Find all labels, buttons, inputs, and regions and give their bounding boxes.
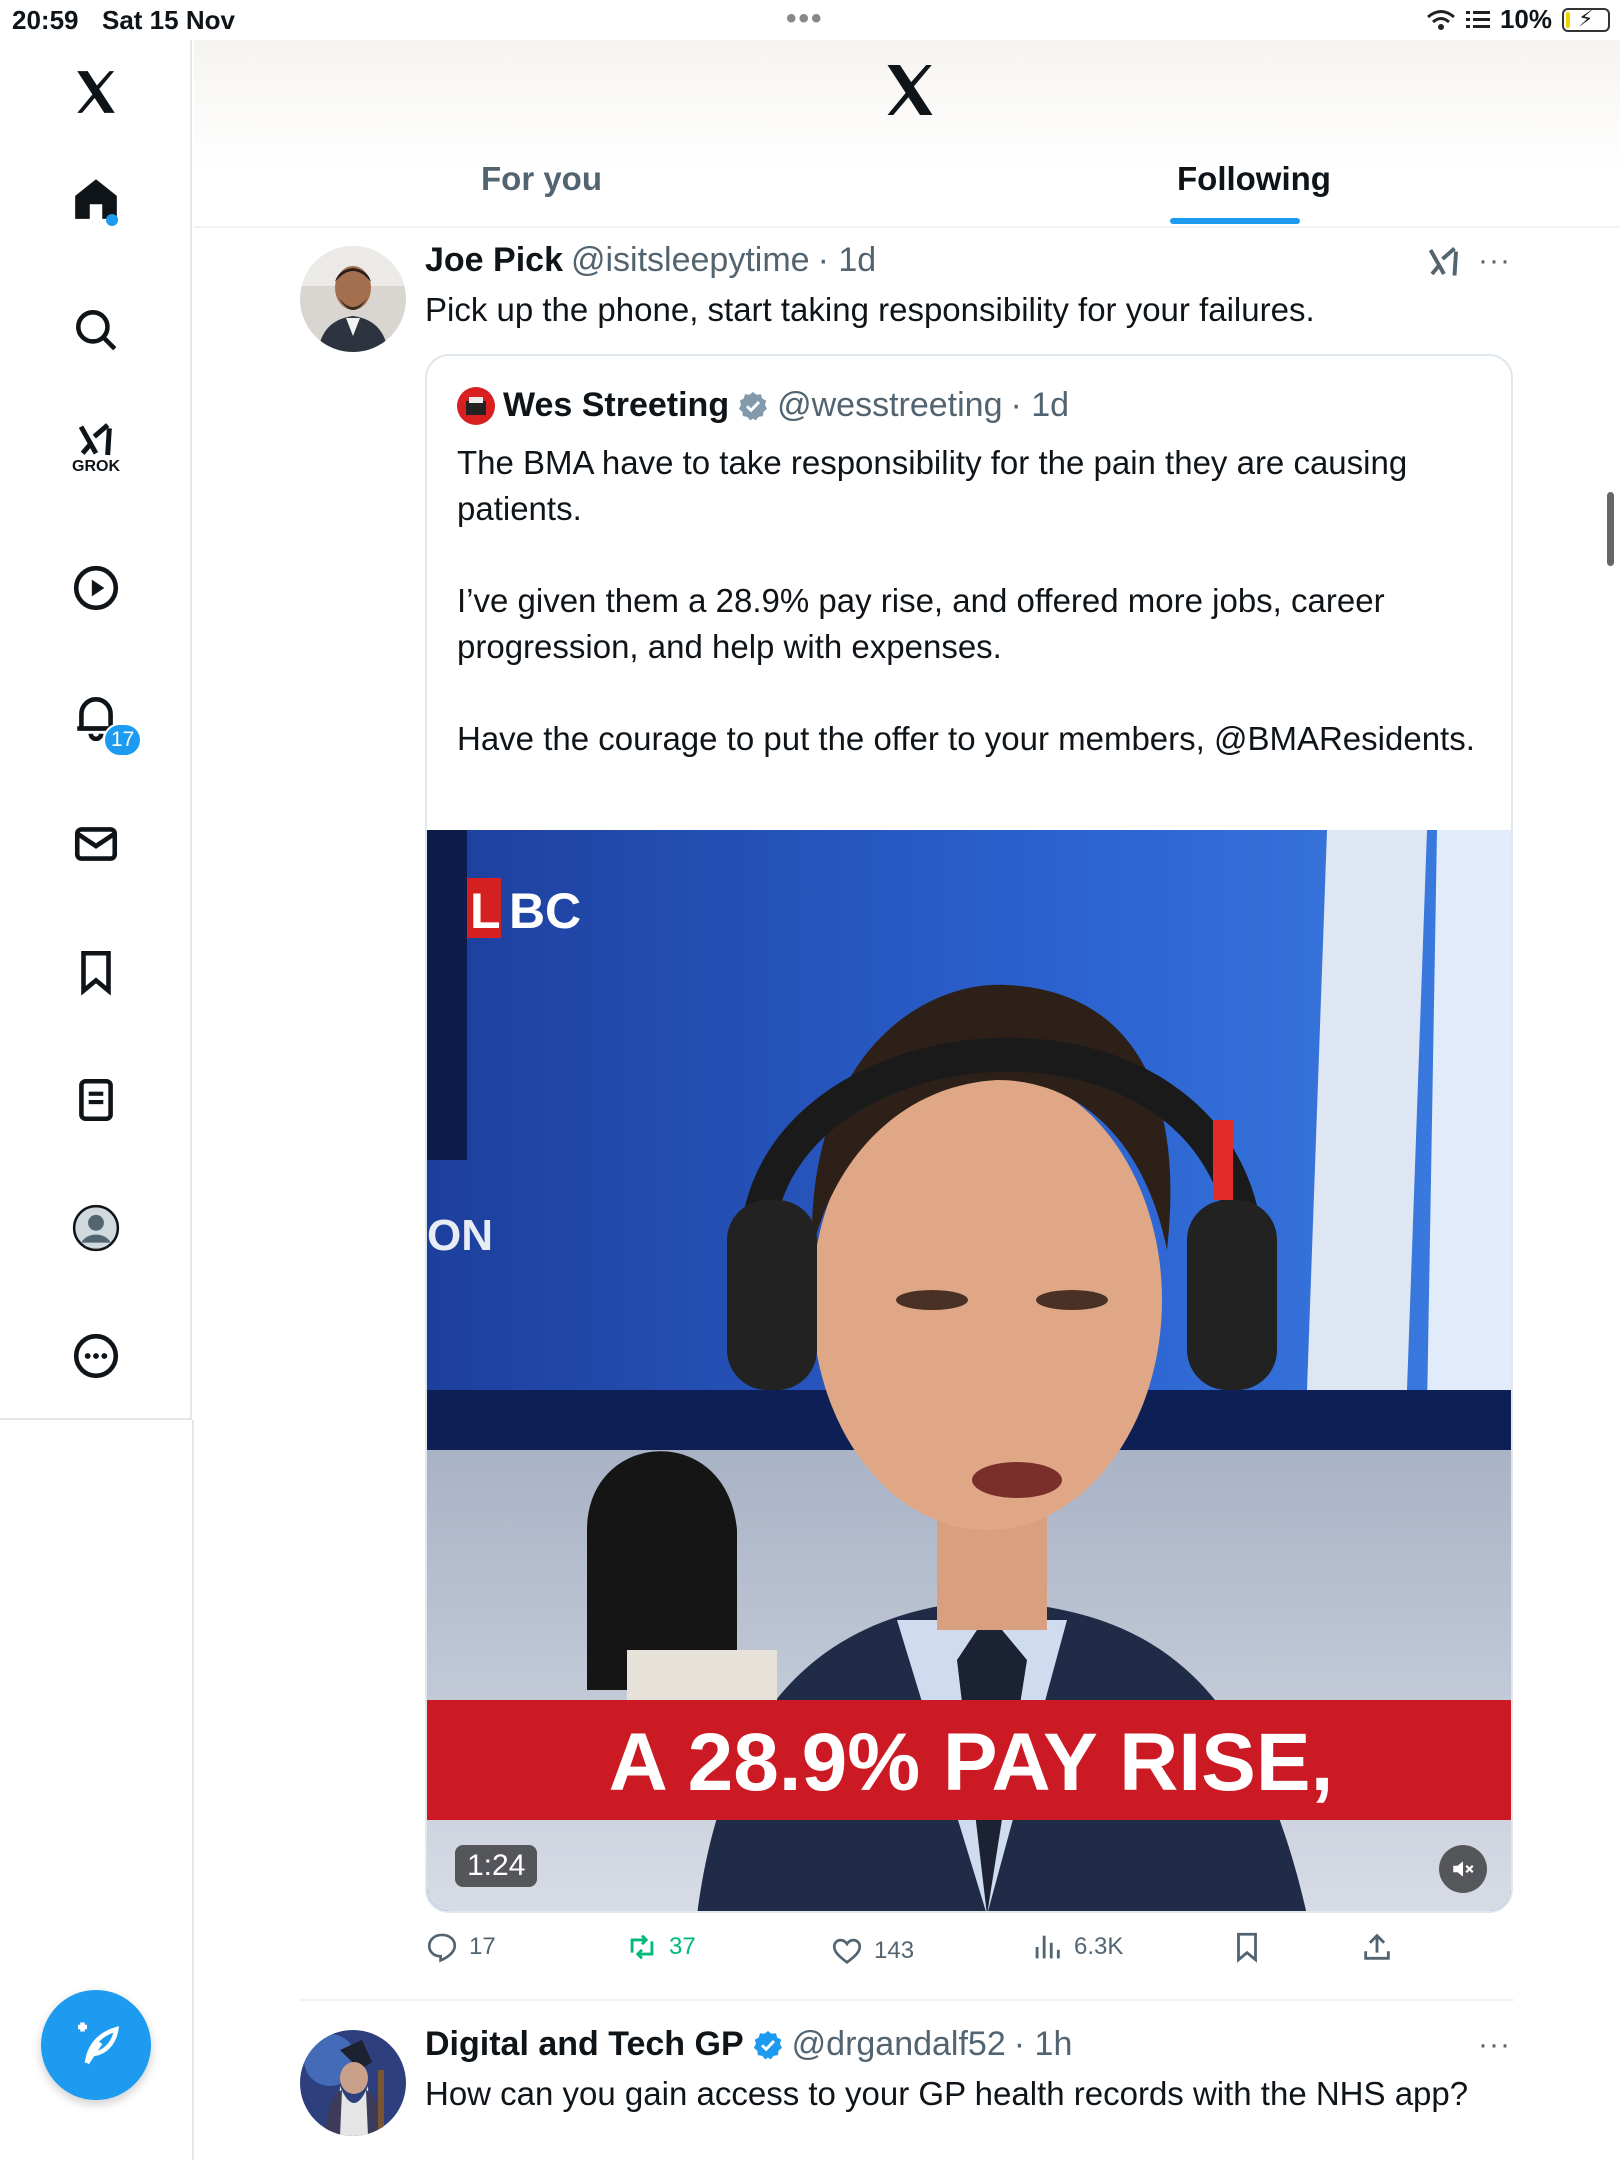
scrollbar[interactable] bbox=[1607, 492, 1614, 566]
views-count: 6.3K bbox=[1074, 1933, 1124, 1960]
mail-icon[interactable] bbox=[66, 814, 126, 874]
mute-icon[interactable] bbox=[1439, 1845, 1487, 1893]
battery-fill bbox=[1566, 11, 1570, 28]
tweet-text: Pick up the phone, start taking responsi… bbox=[425, 291, 1315, 328]
sidebar: GROK 17 bbox=[0, 40, 192, 1420]
video-icon[interactable] bbox=[66, 558, 126, 618]
tweet-time[interactable]: · 1h bbox=[1014, 2025, 1073, 2064]
battery-icon: ⚡ bbox=[1562, 5, 1610, 32]
bookmark-icon[interactable] bbox=[66, 942, 126, 1002]
battery-percent: 10% bbox=[1499, 4, 1552, 34]
verified-badge-icon bbox=[753, 2030, 782, 2059]
status-bar: 20:59 Sat 15 Nov ••• 10% ⚡ bbox=[0, 0, 1620, 40]
reply-button[interactable]: 17 bbox=[425, 1930, 496, 1964]
video-caption: A 28.9% PAY RISE, bbox=[609, 1717, 1334, 1808]
quote-author-name[interactable]: Wes Streeting bbox=[503, 386, 729, 425]
views-icon bbox=[1035, 1935, 1060, 1959]
tweet-actions: 17 37 143 6.3K bbox=[425, 1930, 1425, 1980]
list-icon[interactable] bbox=[66, 1070, 126, 1130]
background-sign-text: ON bbox=[427, 1211, 493, 1260]
repost-icon bbox=[630, 1934, 654, 1960]
bookmark-tweet-button[interactable] bbox=[1230, 1930, 1264, 1964]
author-handle[interactable]: @isitsleepytime bbox=[571, 241, 810, 280]
tweet-text: How can you gain access to your GP healt… bbox=[425, 2075, 1469, 2112]
verified-badge-icon bbox=[738, 391, 768, 420]
grok-icon[interactable]: GROK bbox=[66, 418, 126, 478]
x-logo-header-icon[interactable] bbox=[880, 60, 940, 120]
notification-badge: 17 bbox=[103, 723, 143, 757]
views-button[interactable]: 6.3K bbox=[1030, 1930, 1123, 1964]
focus-list-icon bbox=[1465, 10, 1490, 28]
tab-for-you[interactable]: For you bbox=[481, 160, 602, 198]
lbc-logo-l: L bbox=[470, 883, 501, 939]
tweet-more-icon[interactable]: ··· bbox=[1478, 244, 1511, 278]
bookmark-tweet-icon bbox=[1237, 1932, 1257, 1963]
video-frame: L B C ON LBC A 28.9% PAY RISE, bbox=[427, 830, 1511, 1911]
wifi-icon bbox=[1426, 9, 1455, 30]
compose-feather-icon bbox=[78, 2022, 119, 2065]
tweet-more-icon[interactable]: ··· bbox=[1478, 2028, 1511, 2062]
quote-author-handle[interactable]: @wesstreeting bbox=[777, 386, 1002, 425]
grok-tweet-icon[interactable] bbox=[1426, 244, 1462, 280]
repost-count: 37 bbox=[669, 1933, 696, 1960]
grok-label: GROK bbox=[72, 458, 120, 475]
author-name[interactable]: Digital and Tech GP bbox=[425, 2025, 744, 2064]
status-right: 10% ⚡ bbox=[1426, 4, 1610, 35]
avatar-joe-pick[interactable] bbox=[300, 246, 406, 352]
quote-text: The BMA have to take responsibility for … bbox=[457, 440, 1477, 808]
tab-following[interactable]: Following bbox=[1177, 160, 1331, 198]
quote-avatar[interactable] bbox=[457, 386, 495, 425]
quote-paragraph: The BMA have to take responsibility for … bbox=[457, 444, 1408, 527]
compose-button[interactable] bbox=[41, 1990, 151, 2100]
tweet-header: Joe Pick @isitsleepytime · 1d bbox=[425, 241, 876, 280]
profile-icon[interactable] bbox=[66, 1198, 126, 1258]
quote-paragraph: I’ve given them a 28.9% pay rise, and of… bbox=[457, 582, 1385, 665]
video-duration: 1:24 bbox=[455, 1845, 538, 1887]
video-player[interactable]: L B C ON LBC A 28.9% PAY RISE, 1:24 bbox=[427, 830, 1511, 1911]
quoted-tweet[interactable]: Wes Streeting @wesstreeting · 1d The BMA… bbox=[425, 354, 1513, 1913]
share-button[interactable] bbox=[1360, 1930, 1394, 1964]
more-icon[interactable] bbox=[66, 1326, 126, 1386]
multitasking-dots-icon[interactable]: ••• bbox=[786, 2, 824, 36]
tweet-header: Digital and Tech GP @drgandalf52 · 1h bbox=[425, 2025, 1072, 2064]
quote-time[interactable]: · 1d bbox=[1011, 386, 1070, 425]
heart-icon bbox=[832, 1938, 862, 1965]
status-time: 20:59 bbox=[12, 5, 79, 35]
like-button[interactable]: 143 bbox=[830, 1934, 914, 1968]
avatar-digital-tech-gp[interactable] bbox=[300, 2030, 406, 2136]
top-bar: For you Following bbox=[194, 40, 1620, 228]
quote-paragraph: Have the courage to put the offer to you… bbox=[457, 720, 1475, 757]
svg-text:C: C bbox=[545, 883, 581, 939]
author-name[interactable]: Joe Pick bbox=[425, 241, 563, 280]
sidebar-border bbox=[192, 1420, 194, 2160]
charging-bolt-icon: ⚡ bbox=[1578, 5, 1594, 31]
like-count: 143 bbox=[874, 1937, 915, 1964]
search-icon[interactable] bbox=[66, 300, 126, 360]
author-handle[interactable]: @drgandalf52 bbox=[792, 2025, 1006, 2064]
tweet-time[interactable]: · 1d bbox=[818, 241, 877, 280]
reply-icon bbox=[427, 1933, 457, 1963]
tweet-divider bbox=[300, 1999, 1514, 2001]
reply-count: 17 bbox=[469, 1933, 496, 1960]
status-date: Sat 15 Nov bbox=[102, 5, 235, 35]
share-icon bbox=[1364, 1933, 1390, 1960]
home-unread-dot bbox=[106, 214, 118, 226]
quote-header: Wes Streeting @wesstreeting · 1d bbox=[457, 386, 1069, 425]
active-tab-indicator bbox=[1170, 218, 1300, 224]
repost-button[interactable]: 37 bbox=[625, 1930, 696, 1964]
x-logo-icon[interactable] bbox=[66, 62, 126, 122]
svg-text:B: B bbox=[509, 883, 545, 939]
